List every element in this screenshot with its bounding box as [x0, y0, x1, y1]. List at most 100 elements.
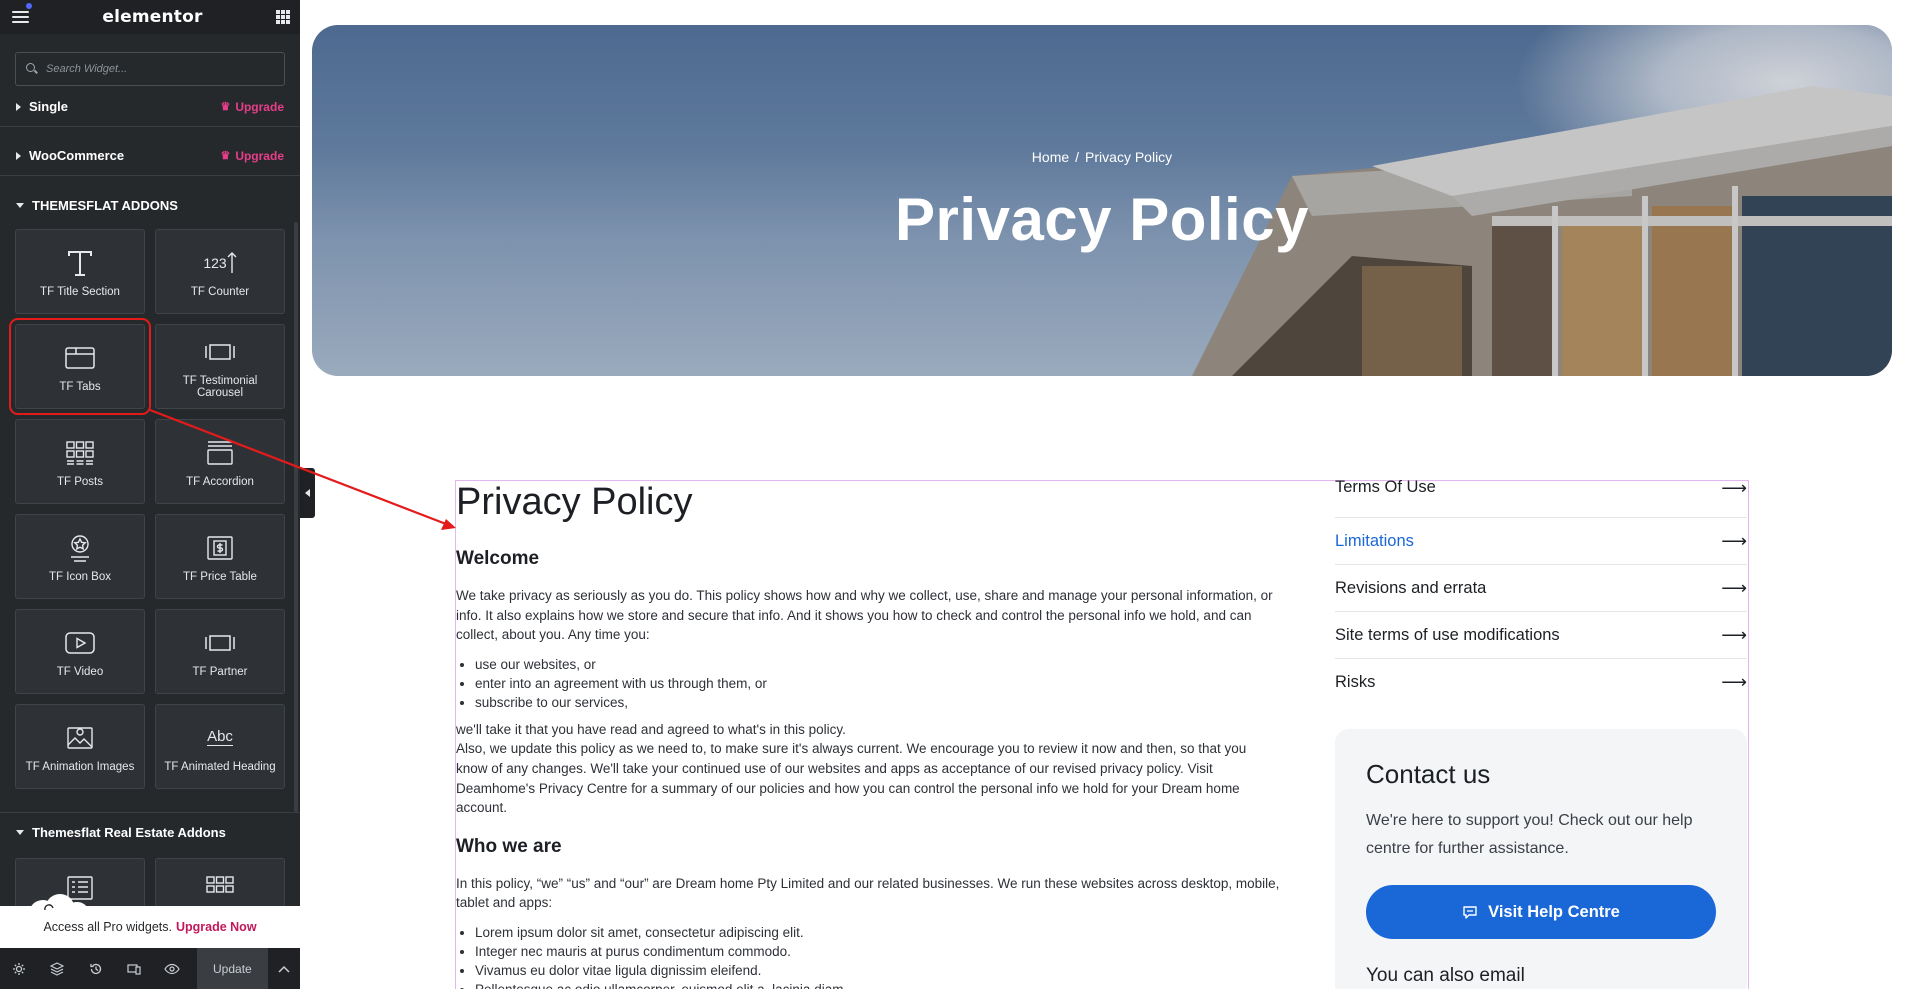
widget-label: TF Partner [192, 665, 248, 678]
widget-tf-title-section[interactable]: TF Title Section [15, 229, 145, 314]
side-link-label: Risks [1335, 673, 1376, 691]
visit-help-centre-button[interactable]: Visit Help Centre [1366, 885, 1716, 939]
image-icon [65, 721, 95, 755]
upgrade-link[interactable]: ♛ Upgrade [220, 100, 284, 114]
accordion-icon [205, 436, 235, 470]
contact-email-heading: You can also email [1366, 965, 1525, 986]
price-table-icon [205, 531, 235, 565]
caret-down-icon [16, 202, 24, 208]
caret-right-icon [16, 151, 21, 160]
arrow-right-icon: ⟶ [1721, 624, 1747, 645]
counter-icon: 123 [203, 246, 237, 280]
app-root: elementor Single ♛ Upgrade WooCommerce [0, 0, 1905, 989]
widgets-grid-icon[interactable] [275, 10, 290, 24]
promo-text: Access all Pro widgets. [43, 920, 172, 934]
list-item: Lorem ipsum dolor sit amet, consectetur … [475, 923, 1281, 942]
widget-tf-tabs[interactable]: TF Tabs [9, 318, 151, 415]
crown-icon: ♛ [220, 150, 231, 162]
category-themesflat-addons[interactable]: THEMESFLAT ADDONS [0, 185, 300, 225]
who-we-are-paragraph: In this policy, “we” “us” and “our” are … [456, 875, 1280, 911]
welcome-list: use our websites, or enter into an agree… [475, 655, 1281, 712]
panel-footer: Update [0, 948, 300, 989]
upgrade-link[interactable]: ♛ Upgrade [220, 149, 284, 163]
settings-icon[interactable] [0, 948, 38, 989]
breadcrumb-current: Privacy Policy [1085, 149, 1173, 165]
widget-tf-animation-images[interactable]: TF Animation Images [15, 704, 145, 789]
widget-tf-posts[interactable]: TF Posts [15, 419, 145, 504]
pro-promo-bar: Access all Pro widgets. Upgrade Now [0, 894, 300, 948]
widget-search[interactable] [15, 52, 285, 86]
policy-article: Privacy Policy Welcome We take privacy a… [456, 482, 1281, 989]
chevron-up-icon[interactable] [268, 948, 300, 989]
breadcrumb: Home / Privacy Policy [312, 149, 1892, 165]
category-single[interactable]: Single ♛ Upgrade [0, 87, 300, 127]
side-link-label: Limitations [1335, 531, 1414, 550]
widget-search-input[interactable] [46, 63, 266, 75]
preview-eye-icon[interactable] [153, 948, 191, 989]
widget-label: TF Animated Heading [164, 760, 276, 773]
upgrade-label: Upgrade [235, 99, 284, 114]
counter-glyph: 123 [203, 254, 227, 271]
category-real-estate-addons[interactable]: Themesflat Real Estate Addons [0, 812, 300, 852]
widget-label: TF Tabs [59, 380, 101, 393]
panel-header: elementor [0, 0, 300, 34]
widget-tf-partner[interactable]: TF Partner [155, 609, 285, 694]
elementor-logo: elementor [102, 7, 203, 27]
collapse-panel-toggle[interactable] [300, 468, 315, 518]
welcome-heading: Welcome [456, 548, 540, 569]
menu-icon[interactable] [12, 11, 29, 23]
hero-title: Privacy Policy [895, 186, 1309, 253]
elementor-panel: elementor Single ♛ Upgrade WooCommerce [0, 0, 300, 989]
widget-label: TF Accordion [186, 475, 254, 488]
widget-label: TF Posts [56, 475, 103, 488]
widget-tf-icon-box[interactable]: TF Icon Box [15, 514, 145, 599]
side-link-revisions[interactable]: Revisions and errata ⟶ [1335, 565, 1747, 612]
category-label: Single [29, 99, 69, 114]
side-link-terms-of-use[interactable]: Terms Of Use ⟶ [1335, 478, 1747, 518]
widget-label: TF Price Table [183, 570, 257, 583]
widget-tf-animated-heading[interactable]: Abc TF Animated Heading [155, 704, 285, 789]
widget-tf-price-table[interactable]: TF Price Table [155, 514, 285, 599]
who-we-are-list: Lorem ipsum dolor sit amet, consectetur … [475, 923, 1281, 989]
cloud-icon [22, 892, 92, 922]
layers-icon[interactable] [38, 948, 76, 989]
widget-tf-counter[interactable]: 123 TF Counter [155, 229, 285, 314]
widget-label: TF Counter [190, 285, 250, 298]
widget-label: TF Video [56, 665, 104, 678]
panel-scrollbar[interactable] [294, 222, 298, 812]
update-button[interactable]: Update [197, 948, 268, 989]
title-icon [65, 246, 95, 280]
video-icon [64, 626, 96, 660]
page-hero: Home / Privacy Policy Privacy Policy [312, 25, 1892, 376]
side-link-limitations[interactable]: Limitations ⟶ [1335, 518, 1747, 565]
side-link-label: Site terms of use modifications [1335, 625, 1560, 644]
article-title: Privacy Policy [456, 481, 693, 523]
breadcrumb-home[interactable]: Home [1032, 149, 1069, 165]
widget-tf-accordion[interactable]: TF Accordion [155, 419, 285, 504]
tabs-icon [64, 341, 96, 375]
responsive-mode-icon[interactable] [115, 948, 153, 989]
widget-label: TF Animation Images [25, 760, 135, 773]
widget-tf-video[interactable]: TF Video [15, 609, 145, 694]
crown-icon: ♛ [220, 101, 231, 113]
history-icon[interactable] [76, 948, 114, 989]
upgrade-now-link[interactable]: Upgrade Now [176, 920, 257, 934]
side-link-risks[interactable]: Risks ⟶ [1335, 659, 1747, 706]
widget-label: TF Testimonial Carousel [182, 374, 258, 399]
caret-right-icon [16, 102, 21, 111]
side-link-modifications[interactable]: Site terms of use modifications ⟶ [1335, 612, 1747, 659]
list-item: Integer nec mauris at purus condimentum … [475, 942, 1281, 961]
chat-bubble-icon [1463, 905, 1477, 919]
arrow-right-icon: ⟶ [1721, 478, 1747, 498]
who-we-are-heading: Who we are [456, 835, 562, 857]
category-label: Themesflat Real Estate Addons [32, 825, 226, 840]
category-label: THEMESFLAT ADDONS [32, 197, 178, 213]
caret-down-icon [16, 830, 24, 835]
notification-dot [26, 3, 32, 9]
list-item: Vivamus eu dolor vitae ligula dignissim … [475, 961, 1281, 980]
category-woocommerce[interactable]: WooCommerce ♛ Upgrade [0, 136, 300, 176]
side-link-label: Terms Of Use [1335, 478, 1436, 496]
widget-tf-testimonial-carousel[interactable]: TF Testimonial Carousel [155, 324, 285, 409]
side-link-label: Revisions and errata [1335, 578, 1487, 597]
contact-title: Contact us [1366, 759, 1491, 789]
